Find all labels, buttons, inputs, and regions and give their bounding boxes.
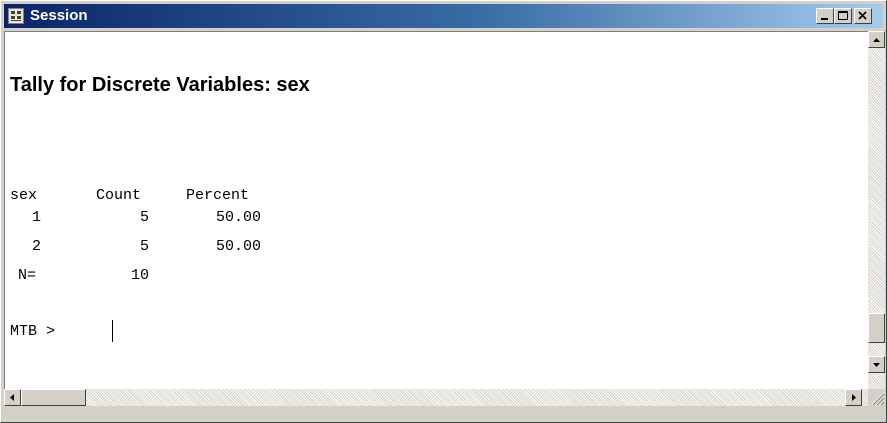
minimize-icon: [821, 18, 828, 20]
cell-percent: 50.00: [216, 238, 262, 255]
total-value: 10: [131, 267, 150, 284]
cell-count: 5: [140, 238, 150, 255]
title-bar[interactable]: Session: [4, 4, 883, 28]
arrow-down-icon: [873, 363, 880, 367]
session-window-icon[interactable]: [8, 8, 24, 24]
column-header-percent: Percent: [186, 187, 250, 204]
total-label: N=: [18, 267, 37, 284]
scroll-up-button[interactable]: [868, 31, 885, 48]
horizontal-scrollbar[interactable]: [4, 389, 868, 406]
arrow-right-icon: [852, 394, 856, 401]
column-header-sex: sex: [10, 187, 38, 204]
vertical-scrollbar[interactable]: [868, 31, 885, 389]
close-button[interactable]: [854, 8, 872, 24]
cell-percent: 50.00: [216, 209, 262, 226]
resize-grip-icon: [871, 392, 885, 406]
session-window: Session Tally for Discrete Variables: se…: [0, 0, 887, 423]
scroll-right-button[interactable]: [845, 389, 862, 406]
arrow-up-icon: [873, 38, 880, 42]
close-icon: [858, 11, 867, 20]
resize-grip[interactable]: [868, 389, 885, 406]
horizontal-scroll-thumb[interactable]: [21, 389, 86, 406]
cell-count: 5: [140, 209, 150, 226]
text-cursor: [112, 320, 113, 342]
scroll-left-button[interactable]: [4, 389, 21, 406]
command-prompt: MTB >: [10, 323, 56, 340]
column-header-count: Count: [96, 187, 142, 204]
session-output[interactable]: Tally for Discrete Variables: sex sex Co…: [4, 31, 868, 389]
window-title: Session: [30, 7, 88, 24]
tally-heading: Tally for Discrete Variables: sex: [10, 74, 310, 96]
arrow-left-icon: [10, 394, 14, 401]
minimize-button[interactable]: [816, 8, 834, 24]
cell-sex: 1: [32, 209, 42, 226]
maximize-icon: [838, 11, 848, 20]
cell-sex: 2: [32, 238, 42, 255]
scroll-down-button[interactable]: [868, 356, 885, 373]
vertical-scroll-thumb[interactable]: [868, 313, 885, 343]
maximize-button[interactable]: [834, 8, 852, 24]
